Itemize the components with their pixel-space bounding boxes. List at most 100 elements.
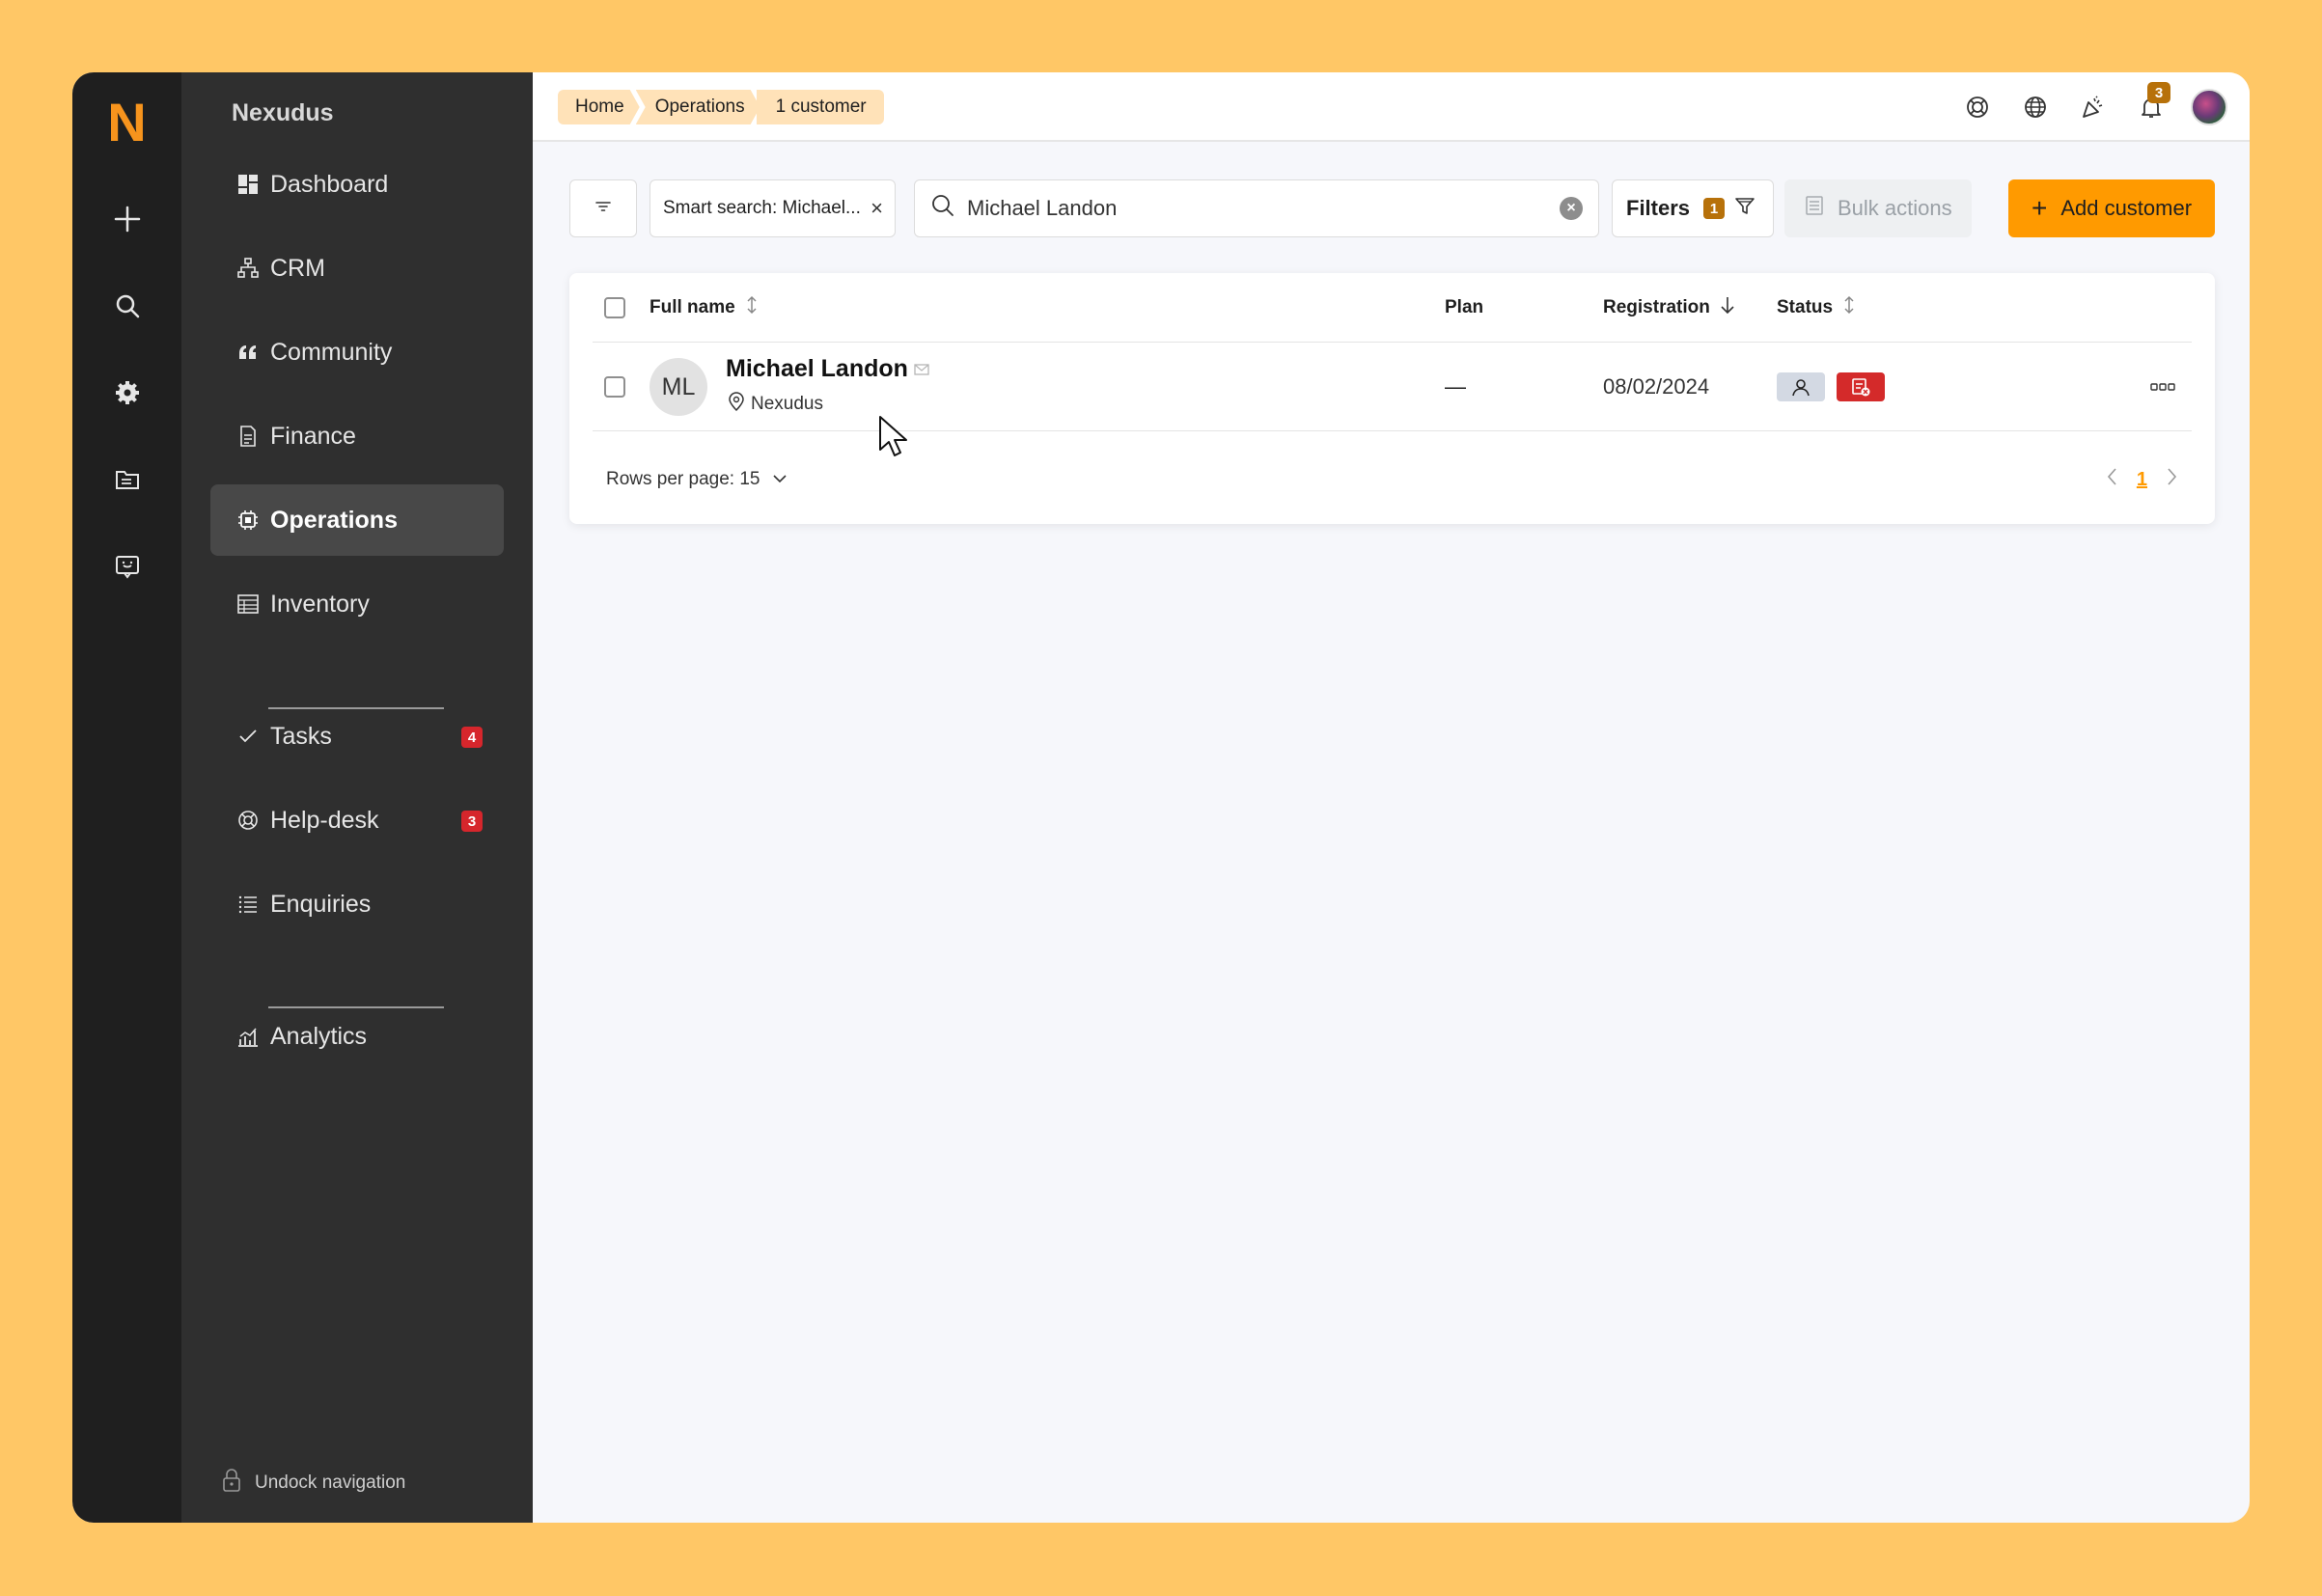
check-icon xyxy=(235,724,261,749)
mouse-cursor-icon xyxy=(878,415,909,462)
registration-date: 08/02/2024 xyxy=(1603,374,1710,399)
column-label: Plan xyxy=(1445,296,1484,317)
sidebar-item-label: Inventory xyxy=(270,590,370,618)
icon-rail: N xyxy=(72,72,181,1523)
customer-avatar: ML xyxy=(650,343,707,431)
customer-name-block: Michael Landon Nexudus xyxy=(726,355,929,418)
filter-toggle-button[interactable] xyxy=(569,179,637,237)
chevron-left-icon[interactable] xyxy=(2106,466,2119,493)
rows-per-page-label: Rows per page: 15 xyxy=(606,469,760,489)
filters-count-badge: 1 xyxy=(1703,198,1726,219)
sidebar-item-enquiries[interactable]: Enquiries xyxy=(210,868,504,940)
close-icon[interactable]: × xyxy=(871,196,883,221)
add-customer-button[interactable]: + Add customer xyxy=(2008,179,2215,237)
party-popper-icon[interactable] xyxy=(2074,88,2113,126)
status-badges xyxy=(1777,343,1885,431)
breadcrumb-home[interactable]: Home xyxy=(558,90,640,124)
checkbox[interactable] xyxy=(604,296,625,318)
notification-count-badge: 3 xyxy=(2147,82,2170,103)
user-avatar[interactable] xyxy=(2190,88,2228,126)
help-desk-count-badge: 3 xyxy=(461,811,483,832)
column-label: Registration xyxy=(1603,296,1710,317)
page-number[interactable]: 1 xyxy=(2137,469,2147,491)
sidebar-item-inventory[interactable]: Inventory xyxy=(210,568,504,640)
breadcrumb-current[interactable]: 1 customer xyxy=(756,90,884,124)
undock-label: Undock navigation xyxy=(255,1472,406,1493)
chat-icon[interactable] xyxy=(98,537,156,595)
list-icon xyxy=(235,892,261,917)
crm-icon xyxy=(235,256,261,281)
sidebar-item-operations[interactable]: Operations xyxy=(210,484,504,556)
globe-icon[interactable] xyxy=(2016,88,2055,126)
add-customer-label: Add customer xyxy=(2060,196,2193,220)
customers-table-card: Full name Plan Registration Status ML Mi… xyxy=(569,273,2215,524)
undock-navigation-button[interactable]: Undock navigation xyxy=(222,1469,405,1498)
bulk-actions-button[interactable]: Bulk actions xyxy=(1784,179,1972,237)
sidebar-item-label: Tasks xyxy=(270,722,332,750)
sidebar-item-community[interactable]: Community xyxy=(210,316,504,388)
chevron-down-icon xyxy=(772,469,788,490)
sidebar-item-tasks[interactable]: Tasks 4 xyxy=(210,701,504,772)
clear-search-icon[interactable]: × xyxy=(1560,197,1583,220)
sidebar-item-label: Community xyxy=(270,338,393,366)
select-all-checkbox[interactable] xyxy=(604,296,625,318)
chart-icon xyxy=(235,1024,261,1049)
plus-icon[interactable] xyxy=(98,190,156,248)
top-bar: Home Operations 1 customer 3 xyxy=(533,72,2250,142)
row-checkbox[interactable] xyxy=(604,343,625,431)
sidebar-item-label: Finance xyxy=(270,422,356,450)
column-status[interactable]: Status xyxy=(1777,295,1856,320)
customer-location: Nexudus xyxy=(726,391,929,418)
side-navigation: Nexudus Dashboard CRM Community Finance … xyxy=(181,72,533,1523)
column-registration[interactable]: Registration xyxy=(1603,295,1735,320)
sidebar-item-label: Operations xyxy=(270,506,398,534)
folder-icon[interactable] xyxy=(98,451,156,509)
main-content: Home Operations 1 customer 3 Smart searc… xyxy=(533,72,2250,1523)
sidebar-item-analytics[interactable]: Analytics xyxy=(210,1001,504,1072)
user-status-icon xyxy=(1777,372,1825,401)
avatar xyxy=(2191,89,2227,125)
lifebuoy-icon[interactable] xyxy=(1958,88,1997,126)
chevron-right-icon[interactable] xyxy=(2165,466,2178,493)
pagination: 1 xyxy=(2106,466,2178,493)
checkbox[interactable] xyxy=(604,376,625,398)
nexudus-logo[interactable]: N xyxy=(107,96,146,150)
more-actions-icon[interactable] xyxy=(2149,343,2176,431)
column-full-name[interactable]: Full name xyxy=(650,295,759,320)
sidebar-item-label: Enquiries xyxy=(270,890,372,918)
location-name: Nexudus xyxy=(751,394,823,414)
search-input[interactable] xyxy=(967,196,1560,221)
sort-icon[interactable] xyxy=(1842,295,1856,320)
brand-name: Nexudus xyxy=(232,99,334,126)
toolbar: Smart search: Michael... × × Filters 1 B… xyxy=(569,179,2215,237)
gear-icon[interactable] xyxy=(98,364,156,422)
sidebar-item-crm[interactable]: CRM xyxy=(210,233,504,304)
search-field[interactable]: × xyxy=(914,179,1599,237)
arrow-down-icon[interactable] xyxy=(1720,295,1735,320)
table-header: Full name Plan Registration Status xyxy=(593,273,2192,343)
rows-per-page-select[interactable]: Rows per page: 15 xyxy=(606,469,788,490)
smart-search-chip-label: Smart search: Michael... xyxy=(663,198,861,218)
filters-label: Filters xyxy=(1626,196,1691,220)
avatar: ML xyxy=(650,358,707,416)
sidebar-item-label: Dashboard xyxy=(270,170,389,198)
column-plan[interactable]: Plan xyxy=(1445,297,1483,318)
sidebar-item-dashboard[interactable]: Dashboard xyxy=(210,149,504,220)
sort-icon[interactable] xyxy=(745,295,759,320)
customer-name-link[interactable]: Michael Landon xyxy=(726,355,929,383)
sidebar-item-label: Help-desk xyxy=(270,806,379,834)
smart-search-chip[interactable]: Smart search: Michael... × xyxy=(650,179,896,237)
filters-button[interactable]: Filters 1 xyxy=(1612,179,1774,237)
table-row[interactable]: ML Michael Landon Nexudus — 08/02/2024 xyxy=(593,343,2192,431)
search-icon[interactable] xyxy=(98,277,156,335)
sidebar-item-finance[interactable]: Finance xyxy=(210,400,504,472)
funnel-icon xyxy=(1734,195,1755,222)
mail-icon xyxy=(914,355,929,383)
sidebar-item-help-desk[interactable]: Help-desk 3 xyxy=(210,784,504,856)
table-icon xyxy=(235,592,261,617)
tasks-count-badge: 4 xyxy=(461,727,483,748)
lock-icon xyxy=(222,1469,241,1498)
bell-icon[interactable]: 3 xyxy=(2132,82,2170,126)
chip-icon xyxy=(235,508,261,533)
breadcrumb-operations[interactable]: Operations xyxy=(636,90,760,124)
